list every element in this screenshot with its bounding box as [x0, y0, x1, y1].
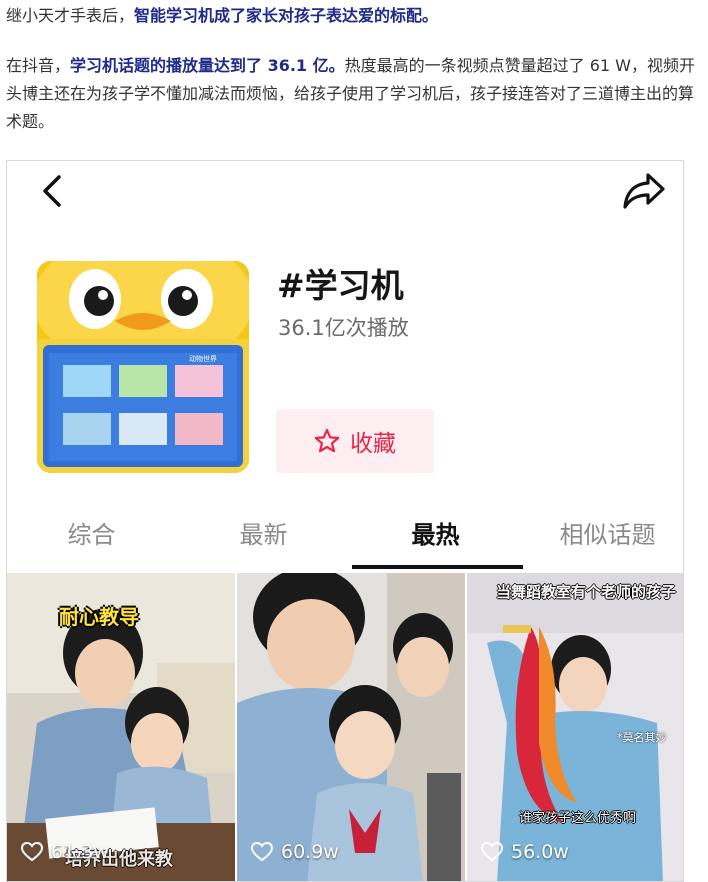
paragraph-highlight: 智能学习机成了家长对孩子表达爱的标配。	[134, 6, 439, 25]
like-count-value: 61.3w	[51, 841, 109, 863]
tab-comprehensive[interactable]: 综合	[7, 515, 176, 550]
tab-similar-topics[interactable]: 相似话题	[523, 515, 683, 550]
star-icon	[314, 428, 340, 453]
share-button[interactable]	[621, 169, 667, 213]
video-thumbnail	[467, 573, 683, 881]
paragraph-highlight: 学习机话题的播放量达到了 36.1 亿。	[70, 56, 345, 75]
topic-title: #学习机	[277, 266, 404, 305]
tab-hottest[interactable]: 最热	[351, 515, 520, 550]
video-tile-2[interactable]: 60.9w	[237, 573, 465, 881]
active-tab-indicator	[352, 565, 523, 569]
back-arrow-icon	[43, 175, 61, 207]
heart-icon	[251, 842, 273, 862]
paragraph-text: 继小天才手表后，	[6, 6, 135, 25]
like-count: 61.3w	[21, 841, 109, 863]
video-caption-top: 耐心教导	[59, 605, 139, 629]
video-tile-3[interactable]: 当舞蹈教室有个老师的孩子 *莫名其妙 谁家孩子这么优秀啊 56.0w	[467, 573, 683, 881]
like-count: 56.0w	[481, 841, 569, 863]
video-caption-top: 当舞蹈教室有个老师的孩子	[495, 583, 676, 601]
share-arrow-icon	[623, 173, 665, 209]
article-paragraph-1: 继小天才手表后，智能学习机成了家长对孩子表达爱的标配。	[6, 2, 700, 30]
like-count: 60.9w	[251, 841, 339, 863]
back-button[interactable]	[33, 171, 73, 211]
video-caption-middle: 谁家孩子这么优秀啊	[519, 811, 637, 826]
like-count-value: 56.0w	[511, 841, 569, 863]
heart-icon	[481, 842, 503, 862]
heart-icon	[21, 842, 43, 862]
favorite-label: 收藏	[350, 431, 396, 457]
tab-latest[interactable]: 最新	[179, 515, 348, 550]
topic-tabs: 综合 最新 最热 相似话题	[7, 515, 683, 571]
topic-cover-image: 动物世界	[37, 261, 249, 473]
cover-screen-header: 动物世界	[189, 354, 217, 363]
video-thumbnail	[237, 573, 465, 881]
article-paragraph-2: 在抖音，学习机话题的播放量达到了 36.1 亿。热度最高的一条视频点赞量超过了 …	[6, 52, 700, 136]
video-caption-side: *莫名其妙	[617, 731, 667, 744]
paragraph-text: 在抖音，	[6, 56, 71, 75]
favorite-button[interactable]: 收藏	[276, 409, 434, 473]
video-tile-1[interactable]: 耐心教导 培养出他来教 61.3w	[7, 573, 235, 881]
play-count: 36.1亿次播放	[278, 316, 409, 340]
douyin-topic-screenshot: 动物世界 #学习机 36.1亿次播放 收藏 综合 最新 最热 相似话题 耐心教导…	[6, 160, 684, 882]
like-count-value: 60.9w	[281, 841, 339, 863]
